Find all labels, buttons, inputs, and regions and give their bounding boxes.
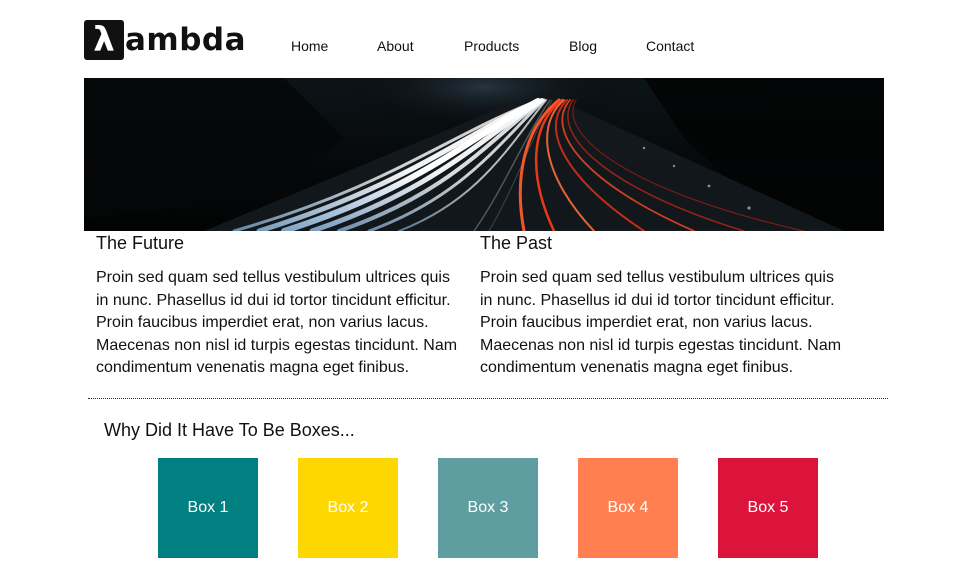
article-title: The Future <box>96 233 185 253</box>
article-body: Proin sed quam sed tellus vestibulum ult… <box>480 269 842 376</box>
boxes-section-title: Why Did It Have To Be Boxes... <box>104 420 355 440</box>
nav-products-link[interactable]: Products <box>464 38 519 54</box>
article-the-future: The Future Proin sed quam sed tellus ves… <box>96 232 466 380</box>
box-4: Box 4 <box>578 458 678 558</box>
site-logo[interactable]: λ ambda <box>84 20 246 60</box>
box-2: Box 2 <box>298 458 398 558</box>
article-body: Proin sed quam sed tellus vestibulum ult… <box>96 269 458 376</box>
box-5: Box 5 <box>718 458 818 558</box>
box-3: Box 3 <box>438 458 538 558</box>
section-divider <box>88 398 888 399</box>
logo-text: ambda <box>125 22 247 58</box>
nav-home-link[interactable]: Home <box>291 38 328 54</box>
article-title: The Past <box>480 233 553 253</box>
hero-image <box>84 78 884 231</box>
box-1: Box 1 <box>158 458 258 558</box>
lambda-logo-icon: λ <box>84 20 124 60</box>
highway-light-trails-image <box>84 78 884 231</box>
nav-about-link[interactable]: About <box>377 38 414 54</box>
nav-blog-link[interactable]: Blog <box>569 38 597 54</box>
nav-contact-link[interactable]: Contact <box>646 38 694 54</box>
page: λ ambda Home About Products Blog Contact <box>0 0 978 568</box>
article-the-past: The Past Proin sed quam sed tellus vesti… <box>480 232 850 380</box>
